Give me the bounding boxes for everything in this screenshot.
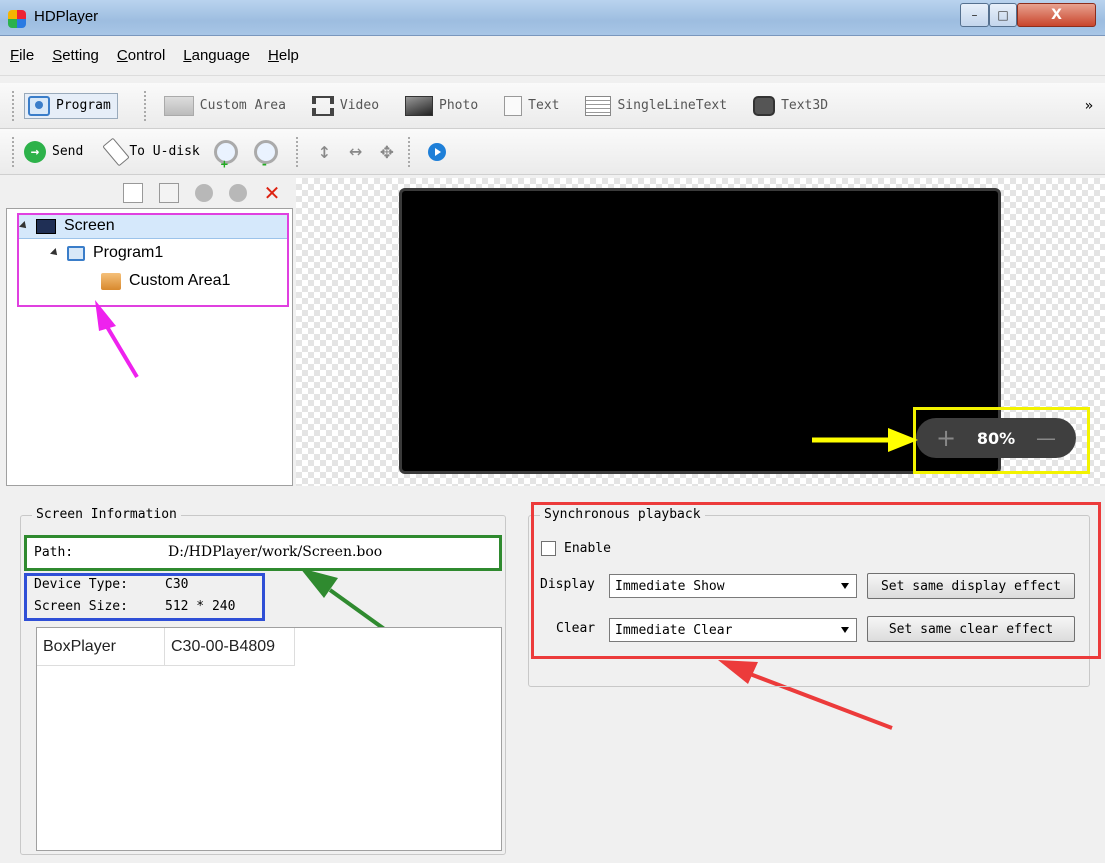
player-table: BoxPlayer C30-00-B4809 — [36, 627, 502, 851]
player-name-cell[interactable]: BoxPlayer — [37, 628, 165, 666]
path-label: Path: — [34, 545, 74, 560]
device-type-label: Device Type: — [34, 577, 128, 592]
screen-information-title: Screen Information — [32, 507, 181, 522]
screen-size-value: 512 * 240 — [165, 599, 236, 614]
magenta-arrow — [95, 300, 139, 379]
path-row: Path: D:/HDPlayer/work/Screen.boo — [24, 535, 502, 571]
path-value[interactable]: D:/HDPlayer/work/Screen.boo — [168, 544, 382, 560]
player-id-cell[interactable]: C30-00-B4809 — [165, 628, 295, 666]
yellow-arrow — [812, 428, 918, 452]
screen-size-label: Screen Size: — [34, 599, 128, 614]
device-type-value: C30 — [165, 577, 189, 592]
device-info-box: Device Type: C30 Screen Size: 512 * 240 — [24, 573, 265, 621]
sync-highlight-box — [531, 502, 1101, 659]
